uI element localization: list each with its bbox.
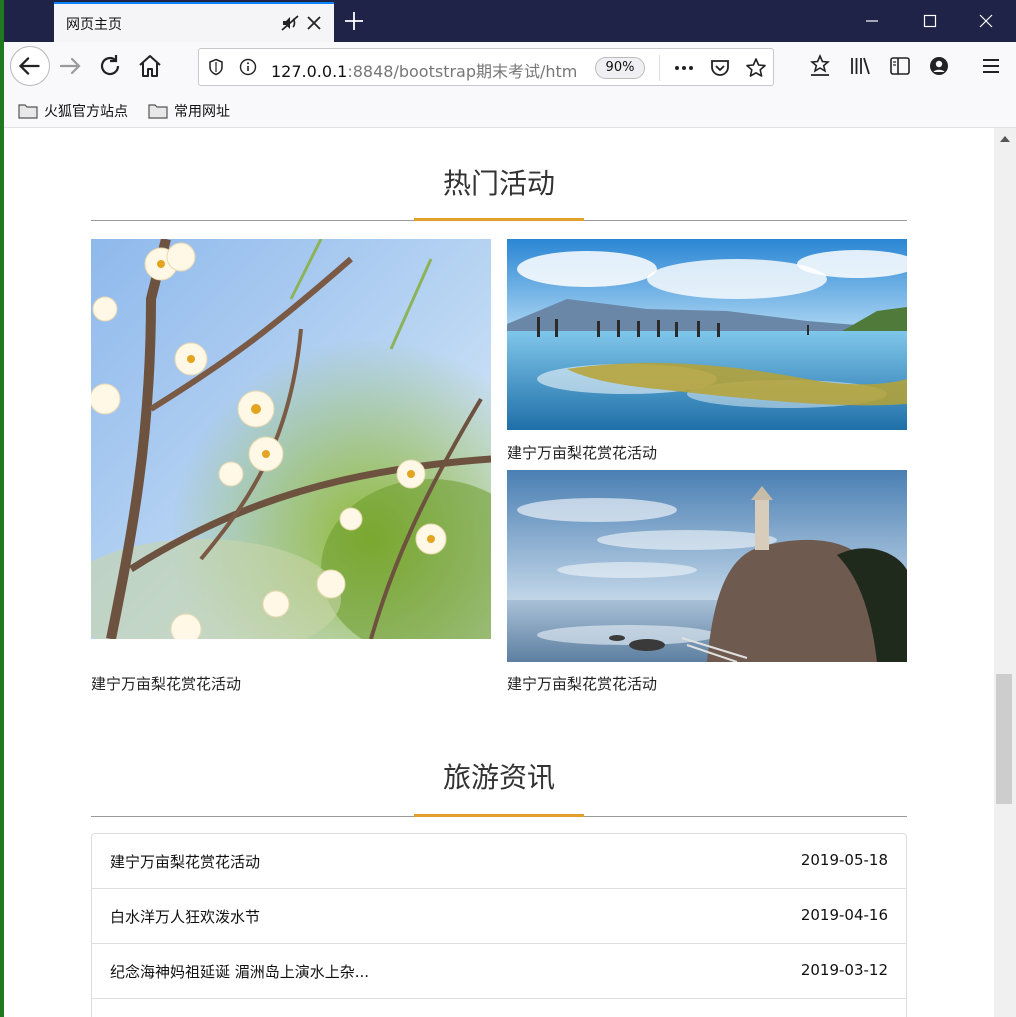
window-left-edge: [0, 0, 4, 1017]
arrow-left-icon: [18, 57, 40, 75]
news-item-title[interactable]: 建宁万亩梨花赏花活动: [110, 851, 260, 872]
section-divider-accent: [414, 814, 584, 817]
scroll-up-arrow-icon[interactable]: [1000, 134, 1010, 142]
url-host: 127.0.0.1: [271, 62, 348, 81]
site-info-icon[interactable]: [239, 58, 257, 76]
tab-title: 网页主页: [66, 17, 122, 33]
travel-news-title: 旅游资讯: [442, 761, 555, 794]
vertical-scrollbar[interactable]: [994, 128, 1016, 1017]
bookmarks-menu-icon[interactable]: [808, 54, 832, 78]
pocket-icon[interactable]: [709, 57, 731, 79]
mute-tab-icon[interactable]: [280, 13, 300, 33]
reload-icon[interactable]: [94, 50, 126, 82]
url-path: :8848/bootstrap期末考试/htm: [347, 62, 578, 81]
news-item[interactable]: 白水洋万人狂欢泼水节 2019-04-16: [92, 889, 906, 944]
address-bar[interactable]: 127.0.0.1:8848/bootstrap期末考试/htm 90%: [198, 48, 774, 86]
tab-homepage[interactable]: 网页主页: [54, 2, 334, 42]
back-button[interactable]: [10, 46, 50, 86]
plum-blossom-photo[interactable]: [91, 239, 491, 639]
news-item[interactable]: 纪念海神妈祖延诞 湄洲岛上演水上杂... 2019-03-12: [92, 944, 906, 999]
bookmark-folder-firefox[interactable]: 火狐官方站点: [18, 100, 128, 122]
url-text[interactable]: 127.0.0.1:8848/bootstrap期末考试/htm: [271, 58, 583, 82]
close-window-icon[interactable]: [972, 8, 1000, 34]
new-tab-icon[interactable]: [342, 9, 366, 33]
news-item[interactable]: [92, 999, 906, 1017]
bookmarks-toolbar: 火狐官方站点 常用网址: [4, 94, 1016, 128]
library-icon[interactable]: [848, 54, 872, 78]
zoom-level-badge[interactable]: 90%: [595, 57, 645, 79]
hot-item-caption[interactable]: 建宁万亩梨花赏花活动: [91, 673, 241, 694]
news-item-date: 2019-03-12: [800, 961, 888, 979]
bookmark-label: 常用网址: [174, 104, 230, 120]
sidebar-icon[interactable]: [888, 54, 912, 78]
hot-item-caption[interactable]: 建宁万亩梨花赏花活动: [507, 673, 657, 694]
section-divider-accent: [414, 218, 584, 221]
news-list: 建宁万亩梨花赏花活动 2019-05-18 白水洋万人狂欢泼水节 2019-04…: [91, 833, 907, 1017]
navigation-toolbar: 127.0.0.1:8848/bootstrap期末考试/htm 90%: [4, 42, 1016, 94]
tracking-shield-icon[interactable]: [207, 58, 225, 76]
news-item-title[interactable]: 白水洋万人狂欢泼水节: [110, 906, 260, 927]
folder-icon: [148, 104, 168, 119]
home-icon[interactable]: [134, 50, 166, 82]
account-icon[interactable]: [927, 54, 951, 78]
hot-activities-title: 热门活动: [442, 167, 555, 200]
news-item[interactable]: 建宁万亩梨花赏花活动 2019-05-18: [92, 834, 906, 889]
close-tab-icon[interactable]: [304, 13, 324, 33]
bookmark-label: 火狐官方站点: [44, 104, 128, 120]
bookmark-folder-common[interactable]: 常用网址: [148, 100, 230, 122]
news-item-date: 2019-04-16: [800, 906, 888, 924]
scrollbar-thumb[interactable]: [996, 674, 1012, 804]
lake-reflection-photo[interactable]: [507, 239, 907, 430]
folder-icon: [18, 104, 38, 119]
bookmark-star-icon[interactable]: [745, 57, 767, 79]
news-item-date: 2019-05-18: [800, 851, 888, 869]
maximize-icon[interactable]: [916, 8, 944, 34]
news-item-title[interactable]: 纪念海神妈祖延诞 湄洲岛上演水上杂...: [110, 961, 369, 982]
title-bar: 网页主页: [0, 0, 1016, 42]
hot-item-caption[interactable]: 建宁万亩梨花赏花活动: [507, 442, 657, 463]
address-bar-divider: [659, 55, 660, 81]
page-actions-icon[interactable]: [673, 57, 695, 79]
forward-icon[interactable]: [54, 50, 86, 82]
minimize-icon[interactable]: [858, 8, 886, 34]
hamburger-menu-icon[interactable]: [979, 54, 1003, 78]
page-viewport: 热门活动 建宁万亩梨花赏花活动 建宁万亩梨花赏花活动 建宁万亩梨花赏花活动 旅游…: [4, 128, 994, 1017]
seaside-rock-pagoda-photo[interactable]: [507, 470, 907, 662]
